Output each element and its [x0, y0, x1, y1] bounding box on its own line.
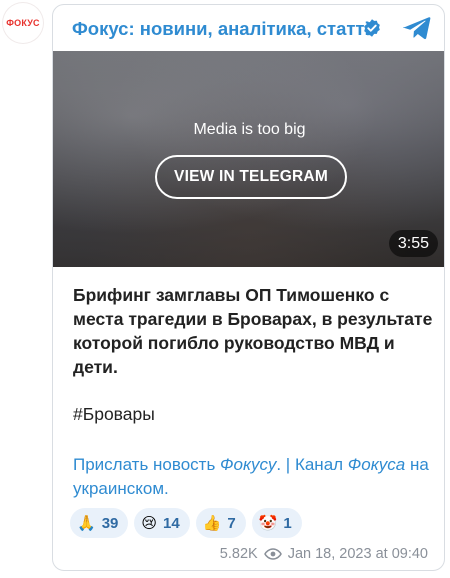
- reaction-count: 1: [283, 514, 292, 532]
- reactions-bar: 🙏 39 😢 14 👍 7 🤡 1: [70, 508, 302, 538]
- video-preview[interactable]: Media is too big VIEW IN TELEGRAM 3:55: [53, 51, 444, 267]
- telegram-icon[interactable]: [403, 15, 431, 41]
- view-count: 5.82K: [219, 546, 258, 562]
- reaction-praying-hands[interactable]: 🙏 39: [70, 508, 129, 538]
- video-duration-badge: 3:55: [388, 230, 438, 257]
- crying-face-icon: 😢: [141, 513, 158, 532]
- hashtag-link[interactable]: #Бровары: [73, 404, 155, 425]
- post-links: Прислать новость Фокусу. | Канал Фокуса …: [73, 453, 433, 501]
- reaction-clown-face[interactable]: 🤡 1: [251, 508, 302, 538]
- channel-title[interactable]: Фокус: новини, аналітика, статті: [72, 18, 370, 40]
- post-text: Брифинг замглавы ОП Тимошенко с места тр…: [73, 285, 433, 377]
- links-separator: . | Канал: [276, 455, 348, 474]
- thumbs-up-icon: 👍: [202, 513, 222, 532]
- post-card: Фокус: новини, аналітика, статті Media i…: [52, 4, 445, 571]
- reaction-count: 7: [227, 514, 236, 532]
- view-in-telegram-button[interactable]: VIEW IN TELEGRAM: [155, 155, 347, 199]
- post-meta: 5.82K Jan 18, 2023 at 09:40: [220, 546, 428, 562]
- reaction-count: 39: [101, 514, 119, 532]
- reaction-thumbs-up[interactable]: 👍 7: [195, 508, 246, 538]
- reaction-count: 14: [163, 514, 180, 532]
- eye-icon: [263, 548, 282, 560]
- praying-hands-icon: 🙏: [77, 513, 96, 532]
- links-period: .: [164, 479, 169, 498]
- post-header: Фокус: новини, аналітика, статті: [53, 5, 444, 49]
- clown-face-icon: 🤡: [258, 513, 278, 532]
- verified-badge-icon: [364, 19, 380, 37]
- send-news-link[interactable]: Прислать новость Фокусу: [73, 455, 276, 474]
- media-too-big-note: Media is too big: [193, 121, 306, 138]
- post-date-link[interactable]: Jan 18, 2023 at 09:40: [288, 546, 428, 562]
- channel-logo: ФОКУС: [6, 18, 40, 28]
- channel-avatar[interactable]: ФОКУС: [3, 3, 43, 43]
- reaction-crying-face[interactable]: 😢 14: [134, 508, 190, 538]
